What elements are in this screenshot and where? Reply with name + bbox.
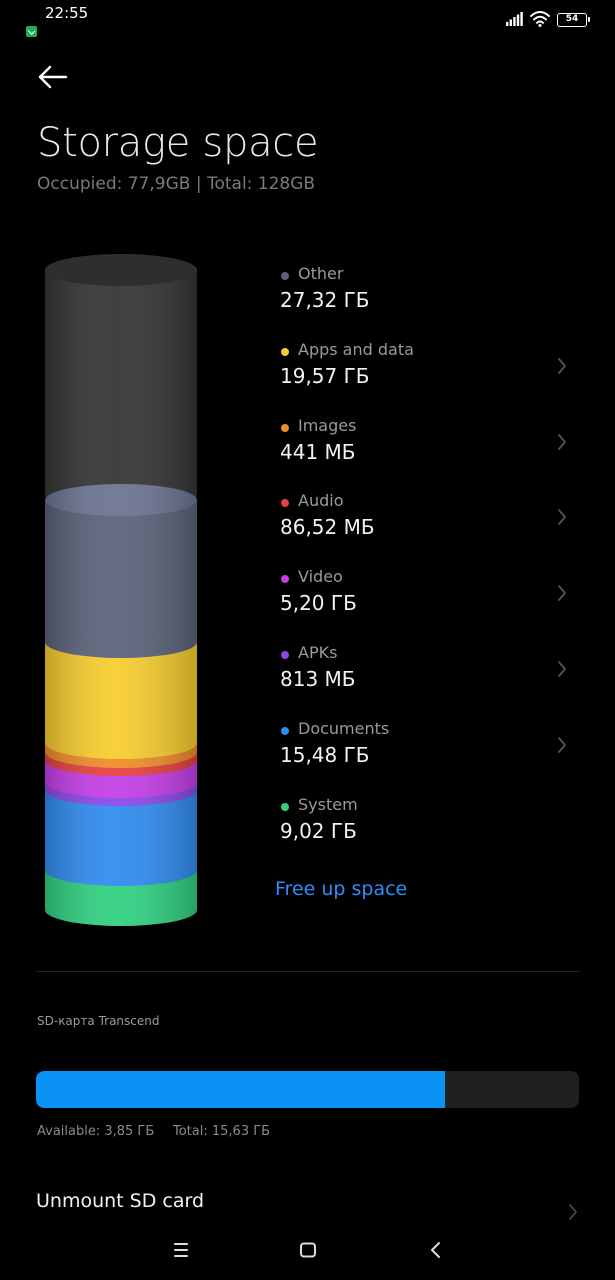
menu-icon[interactable] [166,1236,196,1264]
storage-item-label: Documents [298,719,390,738]
storage-item-documents[interactable]: Documents 15,48 ГБ [280,719,580,783]
storage-item-label: Images [298,416,357,435]
storage-item-apps-and-data[interactable]: Apps and data 19,57 ГБ [280,340,580,404]
storage-item-value: 5,20 ГБ [280,591,357,615]
legend-dot-apks [281,651,289,659]
chevron-right-icon [558,661,566,677]
legend-dot-documents [281,727,289,735]
storage-item-value: 15,48 ГБ [280,743,370,767]
storage-space-screen: 22:55 54 Storage space Occupied: 77,9GB … [0,0,615,1280]
chevron-right-icon [569,1204,577,1220]
legend-dot-system [281,803,289,811]
storage-item-images[interactable]: Images 441 МБ [280,416,580,480]
storage-item-value: 19,57 ГБ [280,364,370,388]
legend-dot-other [281,272,289,280]
sd-card-total: Total: 15,63 ГБ [173,1124,271,1139]
storage-item-label: Audio [298,491,344,510]
home-icon[interactable] [293,1236,323,1264]
free-up-space-button[interactable]: Free up space [275,878,407,900]
legend-dot-video [281,575,289,583]
chevron-right-icon [558,737,566,753]
battery-icon: 54 [557,13,590,27]
legend-dot-apps [281,348,289,356]
chevron-right-icon [558,434,566,450]
divider [36,971,579,972]
storage-item-value: 86,52 МБ [280,515,375,539]
cylinder-top-cap [45,254,197,286]
storage-cylinder-chart [45,254,197,926]
storage-item-audio[interactable]: Audio 86,52 МБ [280,491,580,555]
unmount-sd-card-button[interactable]: Unmount SD card [36,1190,204,1212]
sd-card-usage-bar [36,1071,579,1108]
storage-item-system: System 9,02 ГБ [280,795,580,859]
storage-item-label: Other [298,264,344,283]
chevron-right-icon [558,358,566,374]
storage-item-apks[interactable]: APKs 813 МБ [280,643,580,707]
storage-item-label: System [298,795,358,814]
storage-item-other: Other 27,32 ГБ [280,264,580,328]
sd-card-title: SD-карта Transcend [37,1014,160,1028]
storage-item-label: APKs [298,643,338,662]
status-time: 22:55 [45,4,89,22]
storage-item-label: Video [298,567,343,586]
page-title: Storage space [37,120,319,166]
wifi-icon [530,11,550,27]
chevron-right-icon [558,585,566,601]
legend-dot-audio [281,499,289,507]
signal-icon [506,12,523,26]
chevron-right-icon [558,509,566,525]
storage-item-value: 441 МБ [280,440,356,464]
storage-item-value: 813 МБ [280,667,356,691]
storage-item-label: Apps and data [298,340,414,359]
back-arrow-icon[interactable] [34,60,74,94]
back-icon[interactable] [421,1236,451,1264]
download-notification-icon [26,26,37,37]
storage-summary: Occupied: 77,9GB | Total: 128GB [37,174,316,194]
storage-item-video[interactable]: Video 5,20 ГБ [280,567,580,631]
sd-card-usage-fill [36,1071,446,1108]
storage-item-value: 27,32 ГБ [280,288,370,312]
sd-card-available: Available: 3,85 ГБ [37,1124,155,1139]
legend-dot-images [281,424,289,432]
storage-item-value: 9,02 ГБ [280,819,357,843]
